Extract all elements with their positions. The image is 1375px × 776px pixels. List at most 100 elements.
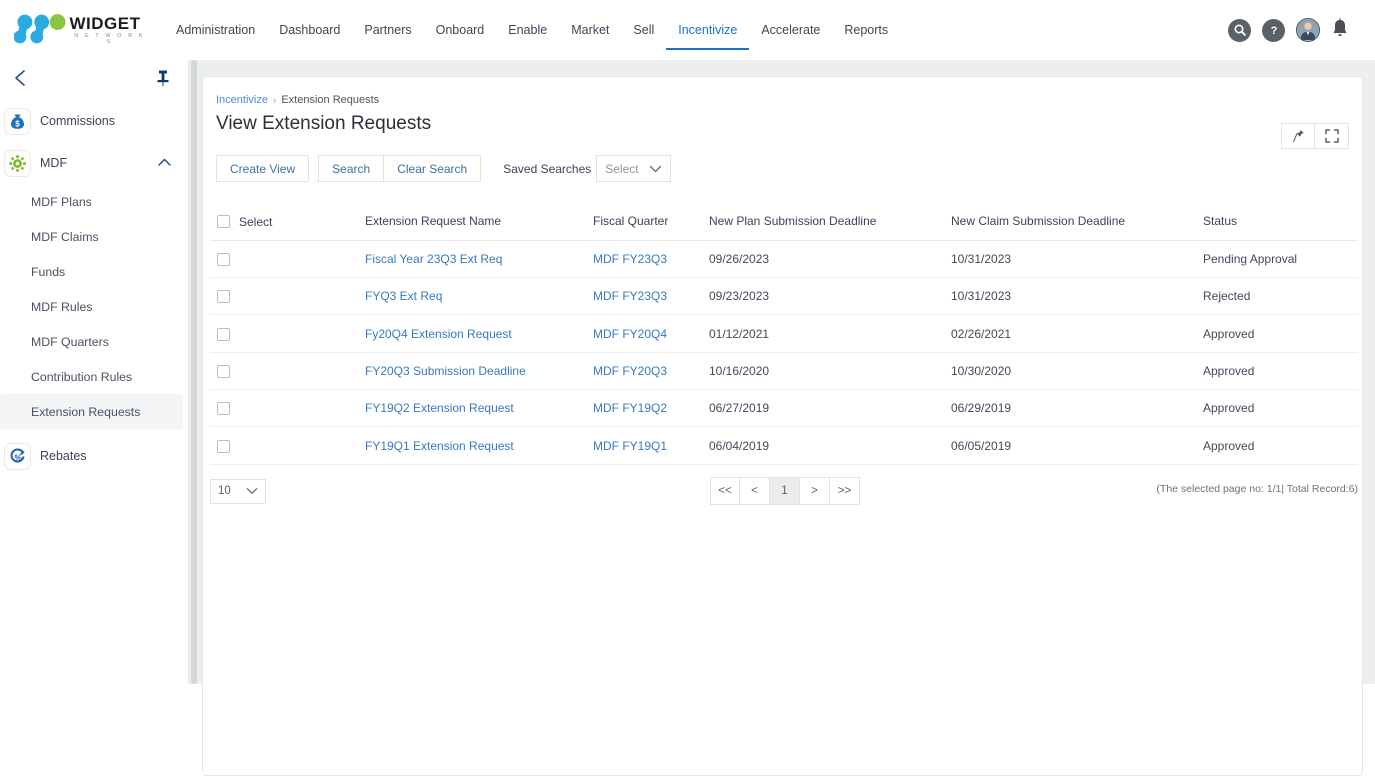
table-row[interactable]: FYQ3 Ext Req MDF FY23Q3 09/23/2023 10/31… [210, 277, 1358, 316]
create-view-button[interactable]: Create View [216, 155, 310, 182]
cell-fiscal-quarter: MDF FY20Q3 [593, 352, 709, 391]
page-size-select[interactable]: 10 [210, 478, 266, 504]
row-checkbox[interactable] [217, 253, 230, 267]
user-avatar[interactable] [1296, 18, 1320, 42]
header-actions: ? [1228, 17, 1375, 43]
sidebar-sub-label: MDF Quarters [31, 334, 109, 349]
nav-item-reports[interactable]: Reports [832, 10, 900, 50]
sidebar-item-mdf-claims[interactable]: MDF Claims [0, 219, 188, 254]
sidebar-group-commissions[interactable]: $ Commissions [0, 100, 188, 142]
pagination-first-button[interactable]: << [710, 476, 740, 505]
sidebar-group-rebates[interactable]: % Rebates [0, 435, 188, 477]
widget-logo-icon [14, 14, 66, 44]
cell-claim-deadline: 10/31/2023 [951, 277, 1203, 316]
request-name-link[interactable]: FY19Q1 Extension Request [365, 439, 514, 453]
cell-name: Fy20Q4 Extension Request [365, 314, 593, 353]
sidebar-item-funds[interactable]: Funds [0, 254, 188, 289]
sidebar-item-mdf-quarters[interactable]: MDF Quarters [0, 324, 188, 359]
request-name-link[interactable]: FY19Q2 Extension Request [365, 401, 514, 415]
fullscreen-icon[interactable] [1315, 123, 1349, 149]
column-header-claim-deadline[interactable]: New Claim Submission Deadline [951, 208, 1203, 241]
table-row[interactable]: FY19Q2 Extension Request MDF FY19Q2 06/2… [210, 389, 1358, 428]
fiscal-quarter-link[interactable]: MDF FY23Q3 [593, 252, 667, 266]
cell-fiscal-quarter: MDF FY19Q2 [593, 389, 709, 428]
table-row[interactable]: Fy20Q4 Extension Request MDF FY20Q4 01/1… [210, 314, 1358, 353]
sidebar-item-extension-requests[interactable]: Extension Requests [0, 394, 183, 429]
table-header-row: Select Extension Request Name Fiscal Qua… [210, 208, 1358, 241]
request-name-link[interactable]: FYQ3 Ext Req [365, 289, 442, 303]
record-count-info: (The selected page no: 1/1| Total Record… [1156, 482, 1358, 495]
nav-item-dashboard[interactable]: Dashboard [267, 10, 352, 50]
cell-plan-deadline: 01/12/2021 [709, 314, 951, 353]
fiscal-quarter-link[interactable]: MDF FY19Q2 [593, 401, 667, 415]
fiscal-quarter-link[interactable]: MDF FY19Q1 [593, 439, 667, 453]
sidebar-item-mdf-plans[interactable]: MDF Plans [0, 184, 188, 219]
fiscal-quarter-link[interactable]: MDF FY20Q4 [593, 327, 667, 341]
sidebar: $ Commissions MDF MDF Plans MDF Claims F… [0, 60, 189, 684]
sidebar-sub-label: MDF Rules [31, 299, 93, 314]
cell-plan-deadline: 10/16/2020 [709, 352, 951, 391]
column-header-name[interactable]: Extension Request Name [365, 208, 593, 241]
table-row[interactable]: FY19Q1 Extension Request MDF FY19Q1 06/0… [210, 426, 1358, 465]
cell-fiscal-quarter: MDF FY23Q3 [593, 240, 709, 279]
page-size-value: 10 [218, 485, 231, 498]
nav-item-accelerate[interactable]: Accelerate [749, 10, 832, 50]
request-name-link[interactable]: Fiscal Year 23Q3 Ext Req [365, 252, 502, 266]
cell-plan-deadline: 06/04/2019 [709, 426, 951, 465]
breadcrumb: Incentivize › Extension Requests [203, 77, 1362, 106]
sidebar-sub-label: Extension Requests [31, 404, 141, 419]
row-checkbox[interactable] [217, 327, 230, 341]
pin-icon[interactable] [1281, 123, 1315, 149]
cell-fiscal-quarter: MDF FY19Q1 [593, 426, 709, 465]
table-row[interactable]: Fiscal Year 23Q3 Ext Req MDF FY23Q3 09/2… [210, 240, 1358, 279]
help-icon[interactable]: ? [1262, 18, 1285, 42]
request-name-link[interactable]: FY20Q3 Submission Deadline [365, 364, 526, 378]
saved-searches-select[interactable]: Select [596, 155, 672, 182]
breadcrumb-parent[interactable]: Incentivize [216, 94, 268, 106]
pin-icon[interactable] [156, 69, 170, 92]
chevron-up-icon[interactable] [157, 154, 172, 172]
pagination-next-button[interactable]: > [800, 476, 830, 505]
cell-claim-deadline: 06/05/2019 [951, 426, 1203, 465]
nav-item-market[interactable]: Market [559, 10, 621, 50]
sidebar-group-label: Commissions [40, 114, 116, 128]
column-header-fiscal-quarter[interactable]: Fiscal Quarter [593, 208, 709, 241]
nav-item-incentivize[interactable]: Incentivize [666, 10, 750, 50]
nav-item-administration[interactable]: Administration [164, 10, 267, 50]
chevron-down-icon [246, 488, 258, 495]
scrollbar-thumb[interactable] [191, 60, 197, 684]
row-checkbox[interactable] [217, 402, 230, 416]
column-header-plan-deadline[interactable]: New Plan Submission Deadline [709, 208, 951, 241]
sidebar-item-mdf-rules[interactable]: MDF Rules [0, 289, 188, 324]
nav-item-enable[interactable]: Enable [496, 10, 559, 50]
pagination-page-1-button[interactable]: 1 [770, 476, 800, 505]
main-navigation: Administration Dashboard Partners Onboar… [164, 0, 900, 60]
nav-item-onboard[interactable]: Onboard [424, 10, 497, 50]
content-scrollbar[interactable] [189, 60, 200, 684]
notification-bell-icon[interactable] [1331, 17, 1349, 43]
sidebar-item-contribution-rules[interactable]: Contribution Rules [0, 359, 188, 394]
search-button[interactable]: Search [318, 155, 385, 182]
row-checkbox[interactable] [217, 439, 230, 453]
nav-item-sell[interactable]: Sell [621, 10, 666, 50]
table-row[interactable]: FY20Q3 Submission Deadline MDF FY20Q3 10… [210, 352, 1358, 391]
column-header-status[interactable]: Status [1203, 208, 1358, 241]
chevron-left-icon[interactable] [8, 64, 32, 97]
nav-item-partners[interactable]: Partners [352, 10, 423, 50]
chevron-down-icon [650, 165, 662, 172]
fiscal-quarter-link[interactable]: MDF FY20Q3 [593, 364, 667, 378]
pagination-prev-button[interactable]: < [740, 476, 770, 505]
sidebar-group-mdf[interactable]: MDF [0, 142, 188, 184]
row-select-cell [210, 426, 365, 465]
table-body: Fiscal Year 23Q3 Ext Req MDF FY23Q3 09/2… [210, 240, 1358, 465]
brand-logo[interactable]: WIDGET N E T W O R K S [0, 0, 150, 60]
pagination-last-button[interactable]: >> [830, 476, 860, 505]
main-content-area: Incentivize › Extension Requests View Exte… [189, 60, 1375, 776]
search-icon[interactable] [1228, 18, 1251, 42]
fiscal-quarter-link[interactable]: MDF FY23Q3 [593, 289, 667, 303]
row-checkbox[interactable] [217, 365, 230, 379]
select-all-checkbox[interactable] [217, 215, 230, 229]
clear-search-button[interactable]: Clear Search [384, 155, 482, 182]
request-name-link[interactable]: Fy20Q4 Extension Request [365, 327, 512, 341]
row-checkbox[interactable] [217, 290, 230, 304]
